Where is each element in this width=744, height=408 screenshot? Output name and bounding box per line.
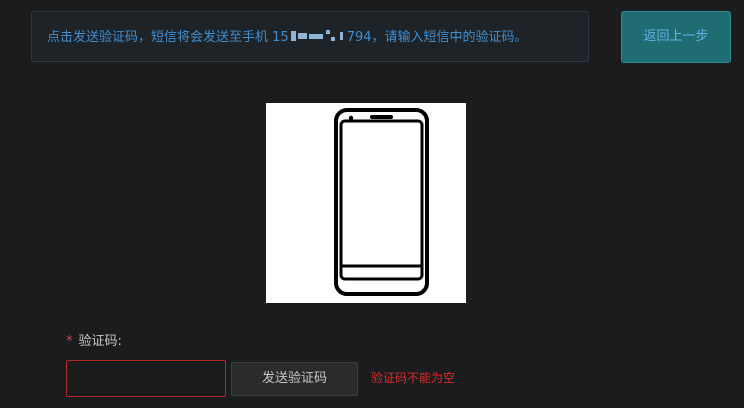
send-code-button[interactable]: 发送验证码: [231, 362, 358, 396]
notice-text-before: 点击发送验证码，短信将会发送至手机 15: [47, 30, 289, 45]
code-label: 验证码:: [78, 334, 122, 349]
code-error-message: 验证码不能为空: [371, 371, 456, 385]
required-marker: *: [66, 334, 73, 349]
sms-notice-banner: 点击发送验证码，短信将会发送至手机 15 794，请输入短信中的验证码。: [31, 11, 589, 62]
phone-suffix: 794: [346, 30, 372, 45]
code-label-row: * 验证码:: [66, 333, 122, 351]
phone-illustration: [266, 103, 466, 303]
back-button[interactable]: 返回上一步: [621, 11, 731, 63]
verification-code-input[interactable]: [66, 360, 226, 397]
masked-phone-digits: [290, 29, 345, 43]
notice-text-after: ，请输入短信中的验证码。: [371, 30, 528, 45]
smartphone-icon: [334, 108, 429, 296]
